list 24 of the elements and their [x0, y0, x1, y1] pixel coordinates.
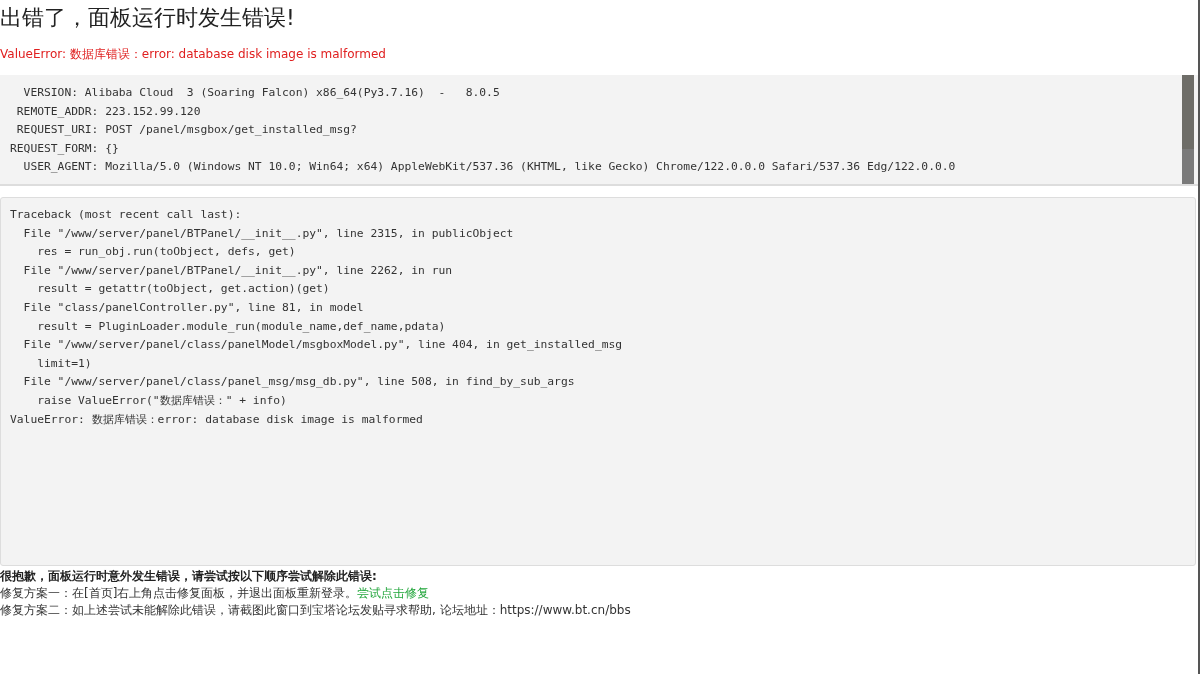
repair-link[interactable]: 尝试点击修复	[357, 585, 430, 602]
traceback-line: result = PluginLoader.module_run(module_name,def_name,pdata)	[36, 318, 446, 335]
help-text: 修复方案二：如上述尝试未能解除此错误，请截图此窗口到宝塔论坛发贴寻求帮助, 论坛地址：https://www.bt.cn/bbs	[0, 602, 631, 619]
help-heading: 很抱歉，面板运行时意外发生错误，请尝试按以下顺序尝试解除此错误:	[0, 568, 377, 585]
traceback-line: File "/www/server/panel/class/panelModel/msgboxModel.py", line 404, in get_installed_msg	[22, 337, 623, 354]
traceback-line: limit=1)	[36, 355, 92, 372]
traceback-line: ValueError: 数据库错误：error: database disk image is malformed	[10, 411, 423, 428]
traceback-line: File "/www/server/panel/BTPanel/__init__.py", line 2262, in run	[22, 262, 453, 279]
traceback-line: res = run_obj.run(toObject, defs, get)	[36, 244, 296, 261]
scrollbar[interactable]	[1182, 75, 1194, 184]
error-title: 出错了，面板运行时发生错误!	[0, 4, 295, 32]
request-info-line: REQUEST_URI: POST /panel/msgbox/get_installed_msg?	[15, 122, 357, 139]
request-info-line: USER_AGENT: Mozilla/5.0 (Windows NT 10.0; Win64; x64) AppleWebKit/537.36 (KHTML, like Gecko) Chrome/122.0.0.0 Safari/537.36 Edg/122.0.0.0	[22, 159, 956, 176]
help-text: 修复方案一：在[首页]右上角点击修复面板，并退出面板重新登录。	[0, 585, 358, 602]
traceback-line: File "/www/server/panel/class/panel_msg/msg_db.py", line 508, in find_by_sub_args	[22, 374, 575, 391]
traceback-line: File "/www/server/panel/BTPanel/__init__.py", line 2315, in publicObject	[22, 225, 514, 242]
error-message: ValueError: 数据库错误：error: database disk image is malformed	[0, 46, 386, 63]
traceback-line: result = getattr(toObject, get.action)(get)	[36, 281, 330, 298]
traceback-line: raise ValueError("数据库错误：" + info)	[36, 392, 287, 409]
request-info-line: REQUEST_FORM: {}	[10, 140, 119, 157]
request-info-line: VERSION: Alibaba Cloud 3 (Soaring Falcon) x86_64(Py3.7.16) - 8.0.5	[22, 85, 500, 101]
traceback-line: File "class/panelController.py", line 81, in model	[22, 299, 364, 316]
request-info-line: REMOTE_ADDR: 223.152.99.120	[15, 103, 201, 120]
traceback-line: Traceback (most recent call last):	[10, 207, 242, 223]
